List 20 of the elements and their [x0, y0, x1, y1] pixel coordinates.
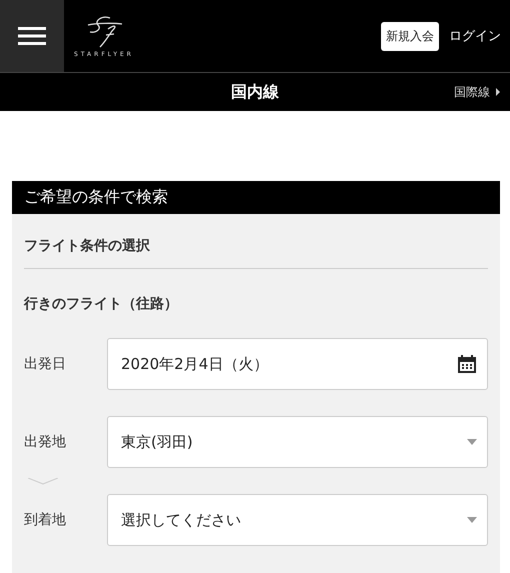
dropdown-caret-icon	[467, 439, 477, 445]
signup-button[interactable]: 新規入会	[381, 22, 439, 50]
dropdown-caret-icon	[467, 517, 477, 523]
international-link[interactable]: 国際線	[454, 84, 500, 100]
select-field[interactable]: 選択してください	[107, 494, 488, 546]
panel-title: ご希望の条件で検索	[12, 181, 500, 214]
menu-button[interactable]	[0, 0, 64, 72]
current-route-title: 国内線	[231, 82, 279, 102]
login-link[interactable]: ログイン	[449, 27, 501, 45]
chevron-down-icon	[28, 478, 58, 484]
section-title: フライト条件の選択	[24, 214, 488, 269]
arrow-icon	[496, 88, 500, 96]
menu-icon	[18, 27, 46, 45]
leg-title: 行きのフライト（往路）	[24, 295, 179, 314]
field-label: 出発日	[24, 355, 67, 373]
date-field[interactable]: 2020年2月4日（火）	[107, 338, 488, 390]
select-field[interactable]: 東京(羽田)	[107, 416, 488, 468]
field-label: 出発地	[24, 433, 67, 451]
calendar-icon[interactable]	[457, 354, 477, 374]
field-label: 到着地	[24, 511, 67, 529]
